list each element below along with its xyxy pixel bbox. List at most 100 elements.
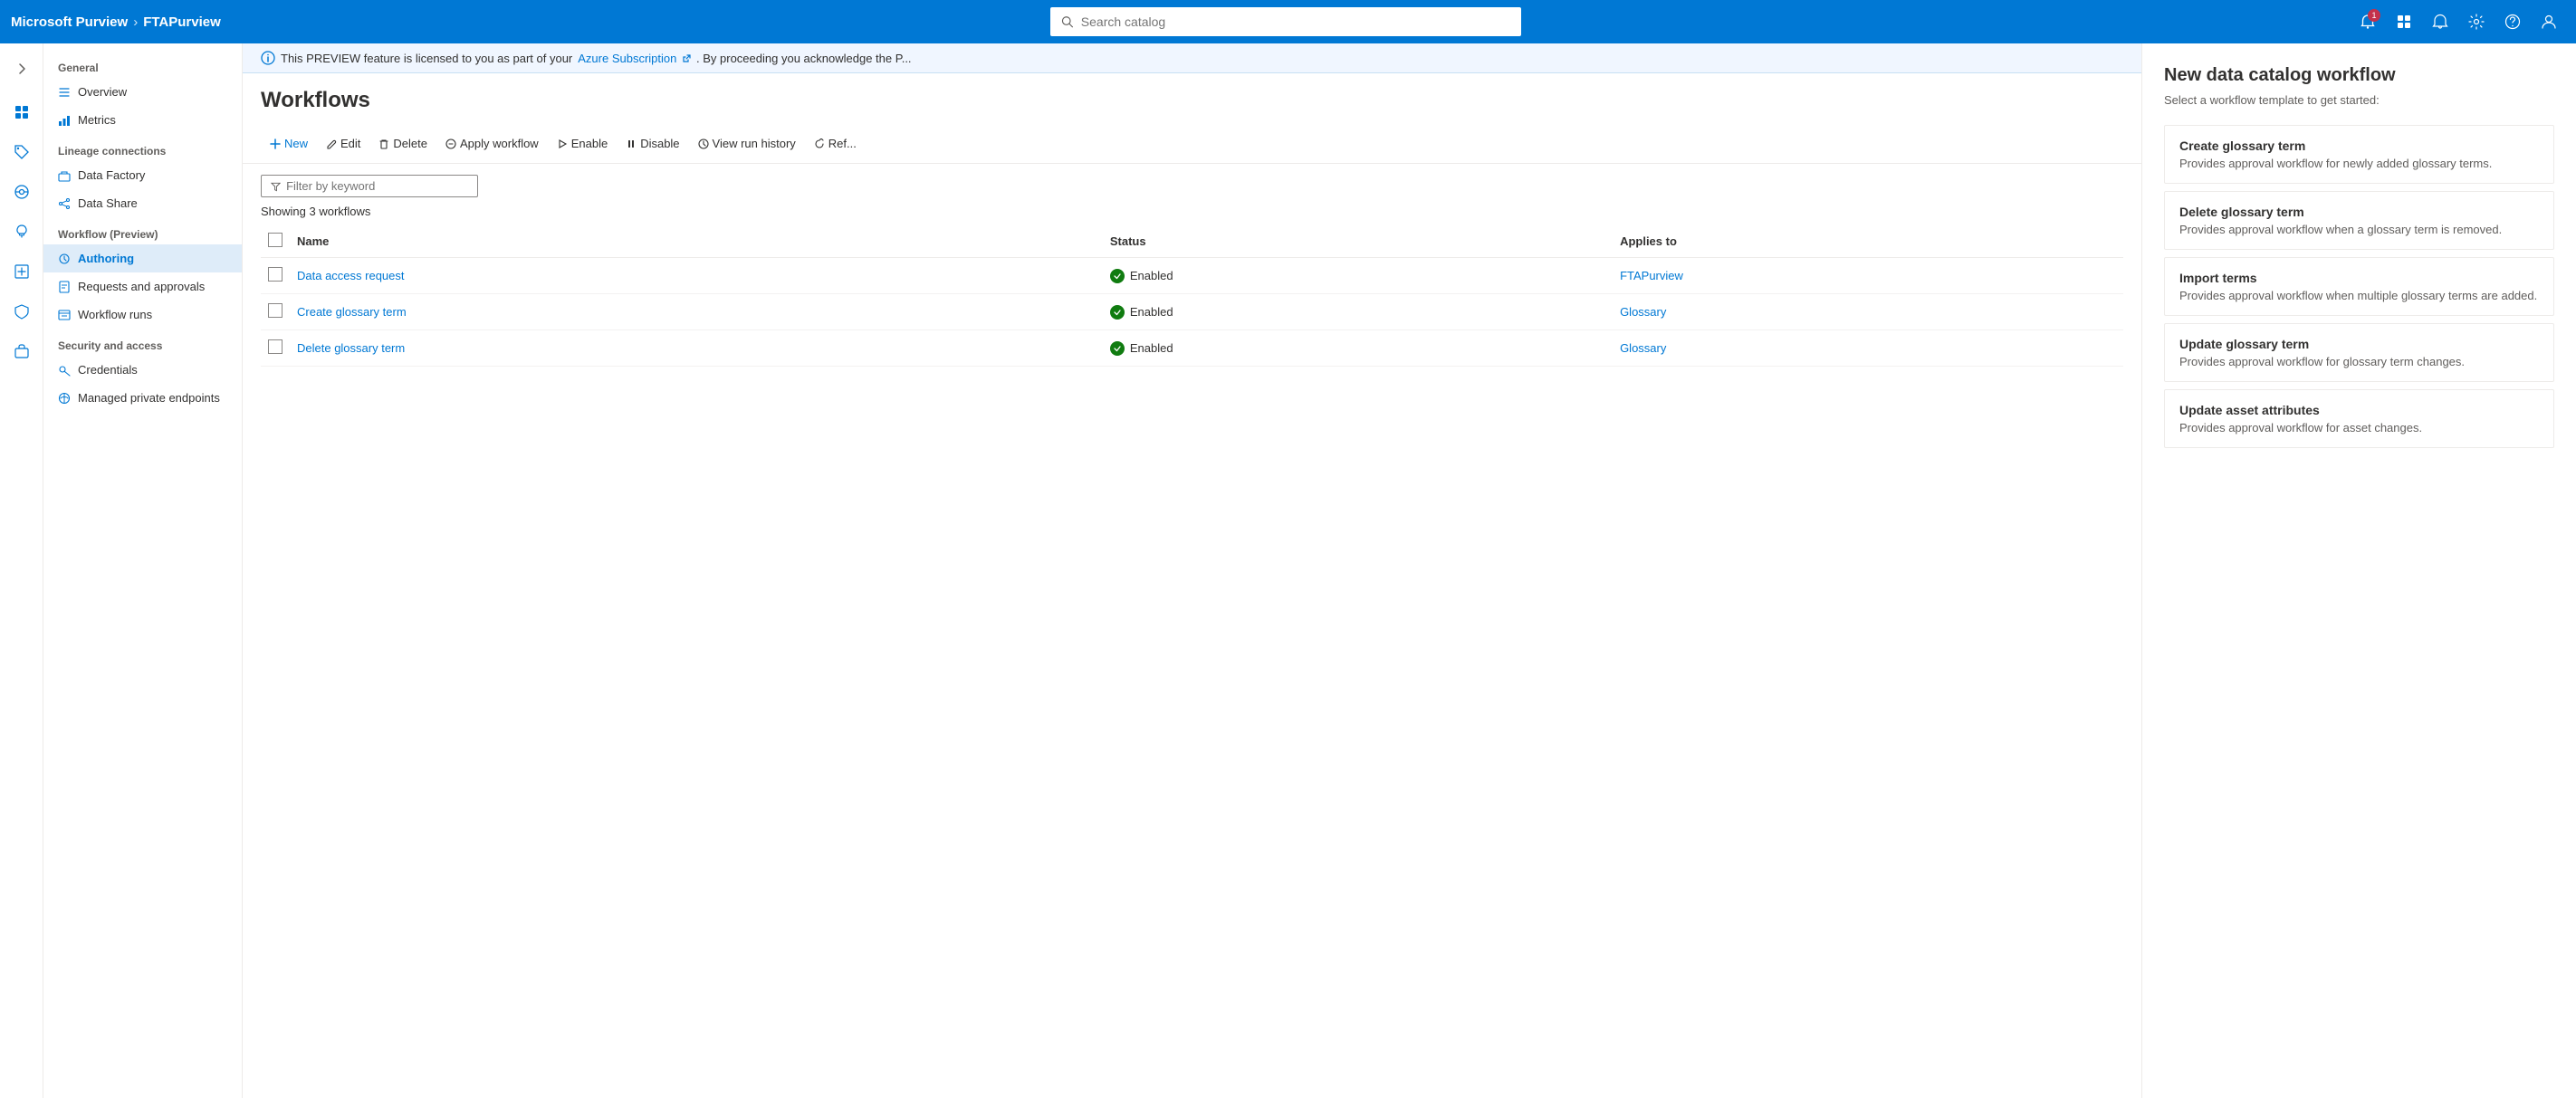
search-icon (1061, 15, 1073, 28)
sidebar: General Overview Metrics Lineage connect… (43, 43, 243, 1098)
table-row: Data access request Enabled FTAPurview (261, 258, 2123, 294)
enable-label: Enable (571, 137, 608, 150)
brand-name: Microsoft Purview (11, 14, 128, 30)
enable-button[interactable]: Enable (548, 129, 617, 158)
sidebar-item-authoring[interactable]: Authoring (43, 244, 242, 272)
select-all-checkbox[interactable] (268, 233, 282, 247)
right-panel-title: New data catalog workflow (2164, 65, 2554, 86)
applies-to-link-2[interactable]: Glossary (1620, 341, 1666, 355)
top-nav-icons: 1 (2351, 5, 2565, 38)
template-card-update-asset-attributes[interactable]: Update asset attributes Provides approva… (2164, 389, 2554, 448)
sidebar-item-metrics[interactable]: Metrics (43, 106, 242, 134)
sidebar-item-requests[interactable]: Requests and approvals (43, 272, 242, 301)
delete-label: Delete (393, 137, 427, 150)
row-checkbox-2[interactable] (268, 339, 282, 354)
workflow-name-link-0[interactable]: Data access request (297, 269, 405, 282)
status-dot-0 (1110, 269, 1125, 283)
workflow-name-link-1[interactable]: Create glossary term (297, 305, 407, 319)
info-icon (261, 51, 275, 65)
refresh-label: Ref... (828, 137, 857, 150)
endpoints-icon (58, 392, 71, 405)
sidebar-section-security: Security and access (43, 329, 242, 356)
search-input[interactable] (1081, 14, 1511, 29)
sidebar-item-managed-endpoints[interactable]: Managed private endpoints (43, 384, 242, 412)
sidebar-item-credentials[interactable]: Credentials (43, 356, 242, 384)
new-label: New (284, 137, 308, 150)
notification-badge: 1 (2368, 9, 2380, 22)
briefcase-icon[interactable] (4, 333, 40, 369)
authoring-icon (58, 253, 71, 265)
refresh-button[interactable]: Ref... (805, 129, 866, 158)
main-content: This PREVIEW feature is licensed to you … (243, 43, 2141, 1098)
sidebar-item-data-factory[interactable]: Data Factory (43, 161, 242, 189)
page-title: Workflows (261, 88, 2123, 113)
sidebar-section-workflow: Workflow (Preview) (43, 217, 242, 244)
workflow-name-link-2[interactable]: Delete glossary term (297, 341, 405, 355)
table-row: Create glossary term Enabled Glossary (261, 294, 2123, 330)
shield-icon[interactable] (4, 293, 40, 329)
page-header: Workflows (243, 73, 2141, 124)
bell-icon[interactable] (2424, 5, 2456, 38)
status-text-1: Enabled (1130, 305, 1173, 319)
applies-to-link-0[interactable]: FTAPurview (1620, 269, 1683, 282)
apply-icon (445, 138, 456, 149)
template-desc-2: Provides approval workflow when multiple… (2179, 289, 2539, 302)
template-cards-container: Create glossary term Provides approval w… (2164, 125, 2554, 448)
row-checkbox-1[interactable] (268, 303, 282, 318)
user-icon[interactable] (2533, 5, 2565, 38)
sidebar-label-workflow-runs: Workflow runs (78, 308, 152, 321)
puzzle-icon[interactable] (4, 253, 40, 290)
right-panel-subtitle: Select a workflow template to get starte… (2164, 93, 2554, 107)
template-card-create-glossary-term[interactable]: Create glossary term Provides approval w… (2164, 125, 2554, 184)
showing-count: Showing 3 workflows (261, 205, 2123, 218)
top-navigation: Microsoft Purview › FTAPurview 1 (0, 0, 2576, 43)
applies-to-link-1[interactable]: Glossary (1620, 305, 1666, 319)
status-dot-2 (1110, 341, 1125, 356)
runs-icon (58, 309, 71, 321)
settings-icon[interactable] (2460, 5, 2493, 38)
sidebar-item-data-share[interactable]: Data Share (43, 189, 242, 217)
azure-subscription-link[interactable]: Azure Subscription (578, 52, 691, 65)
list-icon (58, 86, 71, 99)
content-area: This PREVIEW feature is licensed to you … (243, 43, 2576, 1098)
right-panel: New data catalog workflow Select a workf… (2141, 43, 2576, 1098)
view-run-history-button[interactable]: View run history (689, 129, 805, 158)
status-dot-1 (1110, 305, 1125, 320)
template-desc-1: Provides approval workflow when a glossa… (2179, 223, 2539, 236)
expand-icon[interactable] (4, 51, 40, 87)
sidebar-label-data-factory: Data Factory (78, 168, 145, 182)
template-card-update-glossary-term[interactable]: Update glossary term Provides approval w… (2164, 323, 2554, 382)
toolbar: New Edit Delete (243, 124, 2141, 164)
credentials-icon (58, 364, 71, 377)
factory-icon (58, 169, 71, 182)
disable-button[interactable]: Disable (617, 129, 688, 158)
sidebar-label-authoring: Authoring (78, 252, 134, 265)
delete-icon (378, 138, 389, 149)
notification-icon[interactable]: 1 (2351, 5, 2384, 38)
tag-icon[interactable] (4, 134, 40, 170)
template-title-1: Delete glossary term (2179, 205, 2539, 219)
filter-input[interactable] (286, 179, 468, 193)
bulb-icon[interactable] (4, 214, 40, 250)
template-card-delete-glossary-term[interactable]: Delete glossary term Provides approval w… (2164, 191, 2554, 250)
edit-button[interactable]: Edit (317, 129, 369, 158)
sidebar-item-overview[interactable]: Overview (43, 78, 242, 106)
azure-link-text: Azure Subscription (578, 52, 676, 65)
sidebar-label-overview: Overview (78, 85, 127, 99)
map-icon[interactable] (4, 174, 40, 210)
brand-logo: Microsoft Purview › FTAPurview (11, 14, 221, 30)
history-icon (698, 138, 709, 149)
icon-bar (0, 43, 43, 1098)
brand-separator: › (133, 14, 138, 30)
sidebar-label-requests: Requests and approvals (78, 280, 205, 293)
sidebar-item-workflow-runs[interactable]: Workflow runs (43, 301, 242, 329)
delete-button[interactable]: Delete (369, 129, 436, 158)
grid-icon[interactable] (2388, 5, 2420, 38)
help-icon[interactable] (2496, 5, 2529, 38)
new-button[interactable]: New (261, 129, 317, 158)
template-card-import-terms[interactable]: Import terms Provides approval workflow … (2164, 257, 2554, 316)
filter-row (261, 175, 2123, 197)
apply-workflow-button[interactable]: Apply workflow (436, 129, 548, 158)
home-icon[interactable] (4, 94, 40, 130)
row-checkbox-0[interactable] (268, 267, 282, 282)
